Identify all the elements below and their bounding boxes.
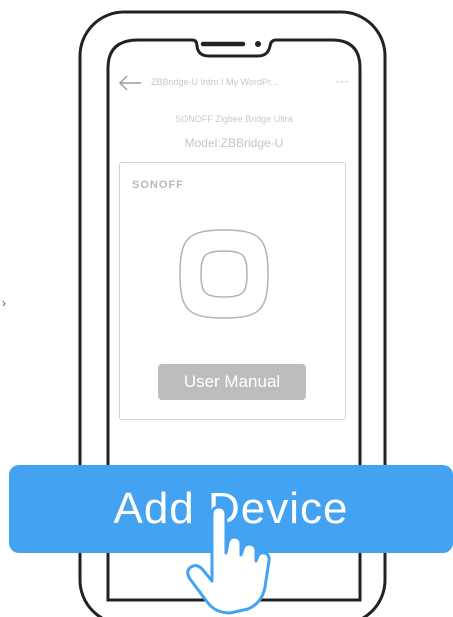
product-card: SONOFF User Manual [119,162,346,420]
page-title: ZBBridge-U Intro I My WordPr... [151,77,278,87]
back-arrow-icon[interactable] [118,75,142,91]
product-name: SONOFF Zigbee Bridge Ultra [175,114,293,124]
device-icon [179,229,269,319]
model-label: Model:ZBBridge-U [184,136,284,150]
sonoff-logo: SONOFF [132,179,184,191]
chevron-right-icon: › [2,296,6,310]
nav-bar: ZBBridge-U Intro I My WordPr... ⋯ [118,73,350,95]
user-manual-button[interactable]: User Manual [158,364,306,400]
hand-pointer-icon [186,505,271,615]
more-icon[interactable]: ⋯ [335,74,350,88]
